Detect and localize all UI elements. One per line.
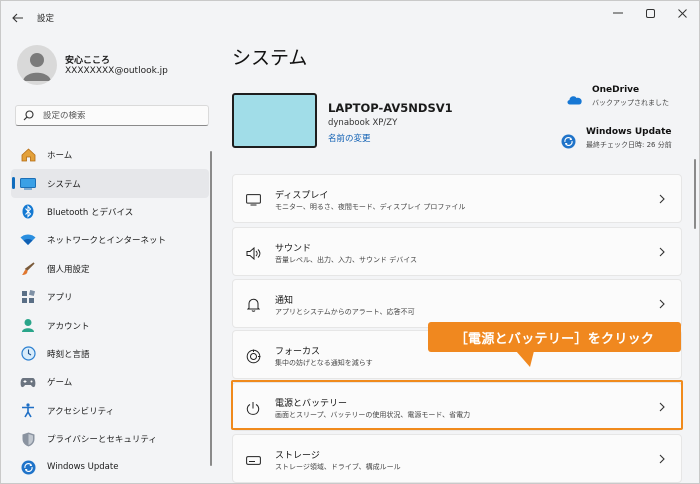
sidebar-item-gaming[interactable]: ゲーム [11, 368, 209, 396]
sidebar-item-accounts[interactable]: アカウント [11, 311, 209, 339]
speaker-icon [244, 244, 262, 262]
bell-icon [244, 296, 262, 314]
card-sound[interactable]: サウンド 音量レベル、出力、入力、サウンド デバイス [232, 227, 682, 276]
main-scrollbar[interactable] [694, 159, 696, 229]
sidebar-item-time-language[interactable]: 時刻と言語 [11, 340, 209, 368]
chevron-right-icon [657, 246, 667, 258]
bluetooth-icon [19, 203, 37, 221]
profile-name: 安心こころ [65, 56, 111, 66]
sidebar-scrollbar[interactable] [210, 151, 212, 466]
title-bar: 設定 [1, 1, 699, 35]
rename-link[interactable]: 名前の変更 [328, 132, 371, 144]
device-image [232, 93, 317, 148]
sidebar-item-network[interactable]: ネットワークとインターネット [11, 226, 209, 254]
sidebar-item-personalization[interactable]: 個人用設定 [11, 255, 209, 283]
display-icon [244, 191, 262, 209]
windows-update-icon [19, 458, 37, 476]
user-avatar-icon [23, 53, 51, 81]
clock-globe-icon [19, 345, 37, 363]
onedrive-status[interactable]: OneDrive バックアップされました [565, 85, 669, 108]
search-icon [23, 110, 35, 122]
shield-icon [19, 430, 37, 448]
search-input[interactable] [43, 110, 193, 121]
accessibility-icon [19, 402, 37, 420]
windows-update-sub: 最終チェック日時: 26 分前 [586, 141, 672, 149]
minimize-icon [613, 12, 623, 14]
gamepad-icon [19, 373, 37, 391]
brush-icon [19, 260, 37, 278]
card-notifications[interactable]: 通知 アプリとシステムからのアラート、応答不可 [232, 279, 682, 328]
wifi-icon [19, 231, 37, 249]
sidebar-item-home[interactable]: ホーム [11, 141, 209, 169]
maximize-button[interactable] [637, 6, 663, 20]
callout-tail [516, 351, 534, 367]
apps-icon [19, 288, 37, 306]
avatar[interactable] [17, 45, 57, 85]
onedrive-cloud-icon [565, 90, 583, 108]
system-icon [19, 175, 37, 193]
card-display[interactable]: ディスプレイ モニター、明るさ、夜間モード、ディスプレイ プロファイル [232, 174, 682, 223]
device-model: dynabook XP/ZY [328, 118, 398, 128]
minimize-button[interactable] [605, 6, 631, 20]
sidebar-item-accessibility[interactable]: アクセシビリティ [11, 397, 209, 425]
account-icon [19, 317, 37, 335]
chevron-right-icon [657, 453, 667, 465]
device-name: LAPTOP-AV5NDSV1 [328, 101, 453, 115]
onedrive-sub: バックアップされました [592, 99, 669, 107]
close-button[interactable] [669, 6, 695, 20]
sidebar-item-system[interactable]: システム [11, 169, 209, 198]
settings-window: 設定 安心こころ XXXXXXXX@outlook.jp ホーム [0, 0, 700, 484]
card-power-battery[interactable]: 電源とバッテリー 画面とスリープ、バッテリーの使用状況、電源モード、省電力 [232, 382, 682, 431]
windows-update-title: Windows Update [586, 127, 672, 137]
card-storage[interactable]: ストレージ ストレージ領域、ドライブ、構成ルール [232, 434, 682, 483]
page-title: システム [232, 47, 308, 69]
app-title: 設定 [37, 14, 55, 24]
home-icon [19, 146, 37, 164]
back-button[interactable] [9, 9, 27, 27]
sidebar-nav: ホーム システム Bluetooth とデバイス ネットワークとインターネット … [11, 141, 209, 482]
search-box[interactable] [15, 105, 209, 126]
back-arrow-icon [12, 13, 23, 23]
storage-icon [244, 451, 262, 469]
power-icon [244, 399, 262, 417]
close-icon [677, 8, 687, 18]
sidebar-item-windows-update[interactable]: Windows Update [11, 453, 209, 481]
sidebar-item-privacy[interactable]: プライバシーとセキュリティ [11, 425, 209, 453]
onedrive-title: OneDrive [592, 85, 640, 95]
maximize-icon [645, 8, 655, 18]
sidebar-item-apps[interactable]: アプリ [11, 283, 209, 311]
windows-update-status[interactable]: Windows Update 最終チェック日時: 26 分前 [559, 127, 672, 150]
chevron-right-icon [657, 193, 667, 205]
profile-email: XXXXXXXX@outlook.jp [65, 66, 168, 76]
focus-icon [244, 347, 262, 365]
instruction-callout: ［電源とバッテリー］をクリック [428, 322, 681, 352]
sidebar-item-bluetooth[interactable]: Bluetooth とデバイス [11, 198, 209, 226]
chevron-right-icon [657, 401, 667, 413]
windows-update-status-icon [559, 132, 577, 150]
chevron-right-icon [657, 298, 667, 310]
